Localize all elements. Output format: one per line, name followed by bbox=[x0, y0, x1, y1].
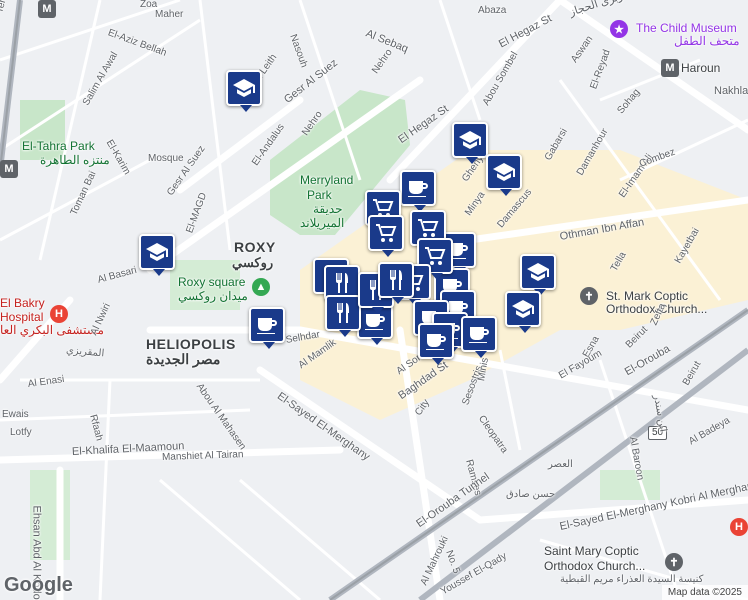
map-canvas[interactable]: M M M ★ ▲ H H ✝ ✝ 50 Abaza The Child Muse… bbox=[0, 0, 748, 600]
shop-marker-icon[interactable] bbox=[368, 215, 404, 257]
map-label: Maher bbox=[155, 9, 184, 20]
map-label: Nakhla bbox=[714, 85, 748, 97]
coffee-marker-icon[interactable] bbox=[400, 170, 436, 212]
map-label: Zoa bbox=[140, 0, 158, 10]
coffee-marker-icon[interactable] bbox=[461, 316, 497, 358]
map-label: حسن صادق bbox=[506, 489, 556, 500]
map-label: El-Tahra Park bbox=[22, 139, 95, 153]
metro-station-icon[interactable]: M bbox=[0, 160, 18, 178]
school-marker-icon[interactable] bbox=[226, 70, 262, 112]
school-marker-icon[interactable] bbox=[486, 154, 522, 196]
map-label: ROXY bbox=[234, 239, 276, 255]
map-label: كنيسة السيدة العذراء مريم القبطية bbox=[560, 574, 704, 585]
museum-icon[interactable]: ★ bbox=[610, 20, 628, 38]
map-label: Haroun bbox=[681, 61, 721, 75]
map-label: HELIOPOLIS bbox=[146, 336, 236, 352]
map-label: St. Mark Coptic bbox=[606, 289, 689, 303]
coffee-marker-icon[interactable] bbox=[249, 307, 285, 349]
map-label: ميدان روكسي bbox=[178, 289, 248, 303]
map-label: Ewais bbox=[2, 409, 29, 420]
google-logo: Google bbox=[4, 574, 73, 596]
map-label: The Child Museum bbox=[636, 21, 737, 35]
restaurant-marker-icon[interactable] bbox=[378, 262, 414, 304]
map-label: العصر bbox=[548, 459, 573, 470]
hospital-icon[interactable]: H bbox=[730, 518, 748, 536]
map-label: حديقة bbox=[313, 202, 343, 216]
map-label: Abaza bbox=[478, 5, 507, 16]
map-label: Hospital bbox=[0, 310, 44, 324]
map-label: Merryland bbox=[300, 173, 354, 187]
coffee-marker-icon[interactable] bbox=[418, 323, 454, 365]
map-label: El Bakry bbox=[0, 296, 45, 310]
hospital-icon[interactable]: H bbox=[50, 305, 68, 323]
metro-station-icon[interactable]: M bbox=[38, 0, 56, 18]
school-marker-icon[interactable] bbox=[505, 291, 541, 333]
map-label: Lotfy bbox=[10, 427, 32, 438]
map-attribution[interactable]: Map data ©2025 bbox=[661, 585, 748, 600]
map-label: متحف الطفل bbox=[674, 34, 740, 48]
map-label: Orthodox Church... bbox=[544, 559, 646, 573]
map-label: Roxy square bbox=[178, 275, 246, 289]
school-marker-icon[interactable] bbox=[520, 254, 556, 296]
park-icon[interactable]: ▲ bbox=[252, 278, 270, 296]
restaurant-marker-icon[interactable] bbox=[325, 295, 361, 337]
map-label: Saint Mary Coptic bbox=[544, 544, 639, 558]
church-icon[interactable]: ✝ bbox=[665, 553, 683, 571]
map-label: الميريلاند bbox=[300, 216, 345, 230]
school-marker-icon[interactable] bbox=[139, 234, 175, 276]
metro-station-icon[interactable]: M bbox=[661, 59, 679, 77]
school-marker-icon[interactable] bbox=[452, 122, 488, 164]
map-label: روكسي bbox=[232, 255, 274, 270]
map-label: منتزه الطاهرة bbox=[40, 153, 110, 167]
map-label: Mosque bbox=[148, 153, 184, 164]
map-label: Park bbox=[307, 188, 332, 202]
church-icon[interactable]: ✝ bbox=[580, 287, 598, 305]
map-label: مصر الجديدة bbox=[146, 351, 221, 367]
